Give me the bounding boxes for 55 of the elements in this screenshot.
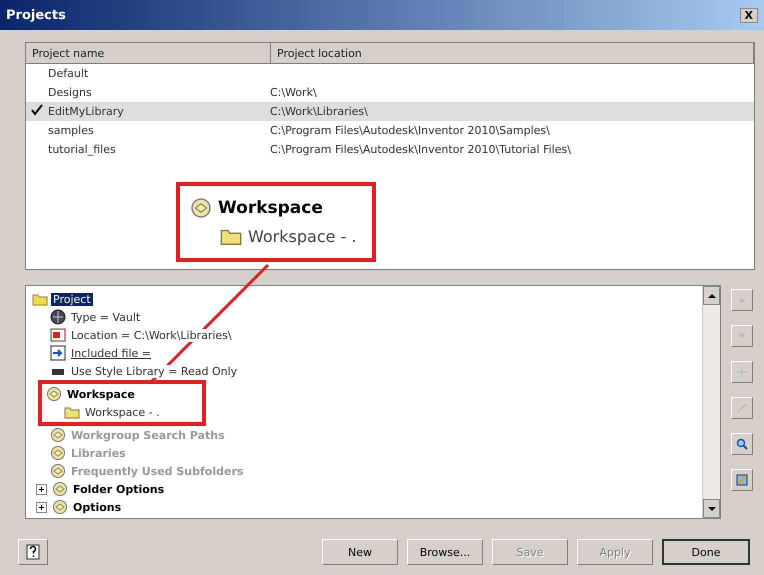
group-icon — [46, 386, 62, 402]
properties-icon — [736, 474, 748, 486]
up-arrow-icon — [708, 292, 716, 300]
project-name: EditMyLibrary — [48, 105, 125, 118]
project-name: Default — [48, 67, 90, 80]
project-row[interactable]: Default — [26, 64, 754, 83]
plus-icon — [736, 366, 748, 378]
project-row[interactable]: Designs C:\Work\ — [26, 83, 754, 102]
close-button[interactable]: X — [740, 8, 758, 22]
project-location: C:\Work\ — [270, 86, 318, 99]
project-location: C:\Work\Libraries\ — [270, 105, 369, 118]
tree-item[interactable]: Folder Options — [71, 482, 166, 496]
group-icon — [52, 481, 68, 497]
dialog-button[interactable]: Done — [662, 539, 750, 565]
globe-icon — [50, 309, 66, 325]
window-title: Projects — [6, 8, 66, 22]
text-field-icon — [50, 327, 66, 343]
dialog-button[interactable]: New — [322, 539, 398, 565]
group-icon — [50, 445, 66, 461]
pencil-icon — [736, 402, 748, 414]
project-name: samples — [48, 124, 95, 137]
group-icon — [190, 197, 212, 219]
scrollbar[interactable] — [702, 286, 720, 518]
down-arrow-icon — [708, 504, 716, 512]
project-row[interactable]: samples C:\Program Files\Autodesk\Inventor 2010\Samples\ — [26, 121, 754, 140]
group-icon — [50, 427, 66, 443]
help-button[interactable] — [18, 539, 48, 565]
expand-box[interactable] — [36, 502, 47, 512]
project-row[interactable]: EditMyLibrary C:\Work\Libraries\ — [26, 102, 754, 121]
tree-item[interactable]: Location = C:\Work\Libraries\ — [69, 328, 234, 342]
callout-title: Workspace — [218, 198, 323, 218]
project-location: C:\Program Files\Autodesk\Inventor 2010\Samples\ — [270, 124, 551, 137]
column-header[interactable]: Project location — [271, 43, 754, 63]
tree-item[interactable]: Type = Vault — [69, 310, 142, 324]
group-icon — [50, 463, 66, 479]
arrow-file-icon — [50, 345, 66, 361]
tree-item[interactable]: Use Style Library = Read Only — [69, 364, 240, 378]
check-icon — [31, 104, 43, 116]
group-icon — [52, 499, 68, 515]
tree-item[interactable]: Project — [51, 292, 93, 306]
callout-item: Workspace - . — [248, 226, 356, 246]
tree-item[interactable]: Included file = — [69, 346, 153, 360]
tree-item[interactable]: Options — [71, 500, 124, 514]
project-name: tutorial_files — [48, 143, 117, 156]
project-name: Designs — [48, 86, 93, 99]
tree-item[interactable]: Workspace — [65, 388, 137, 400]
search-icon — [736, 438, 748, 450]
toolbar-button[interactable] — [731, 433, 753, 455]
toolbar-button[interactable] — [731, 469, 753, 491]
column-header[interactable]: Project name — [26, 43, 271, 63]
expand-box[interactable] — [36, 484, 47, 494]
dialog-button[interactable]: Browse... — [407, 539, 483, 565]
help-icon — [26, 544, 40, 560]
project-location: C:\Program Files\Autodesk\Inventor 2010\Tutorial Files\ — [270, 143, 572, 156]
project-row[interactable]: tutorial_files C:\Program Files\Autodesk\Inventor 2010\Tutorial Files\ — [26, 140, 754, 159]
